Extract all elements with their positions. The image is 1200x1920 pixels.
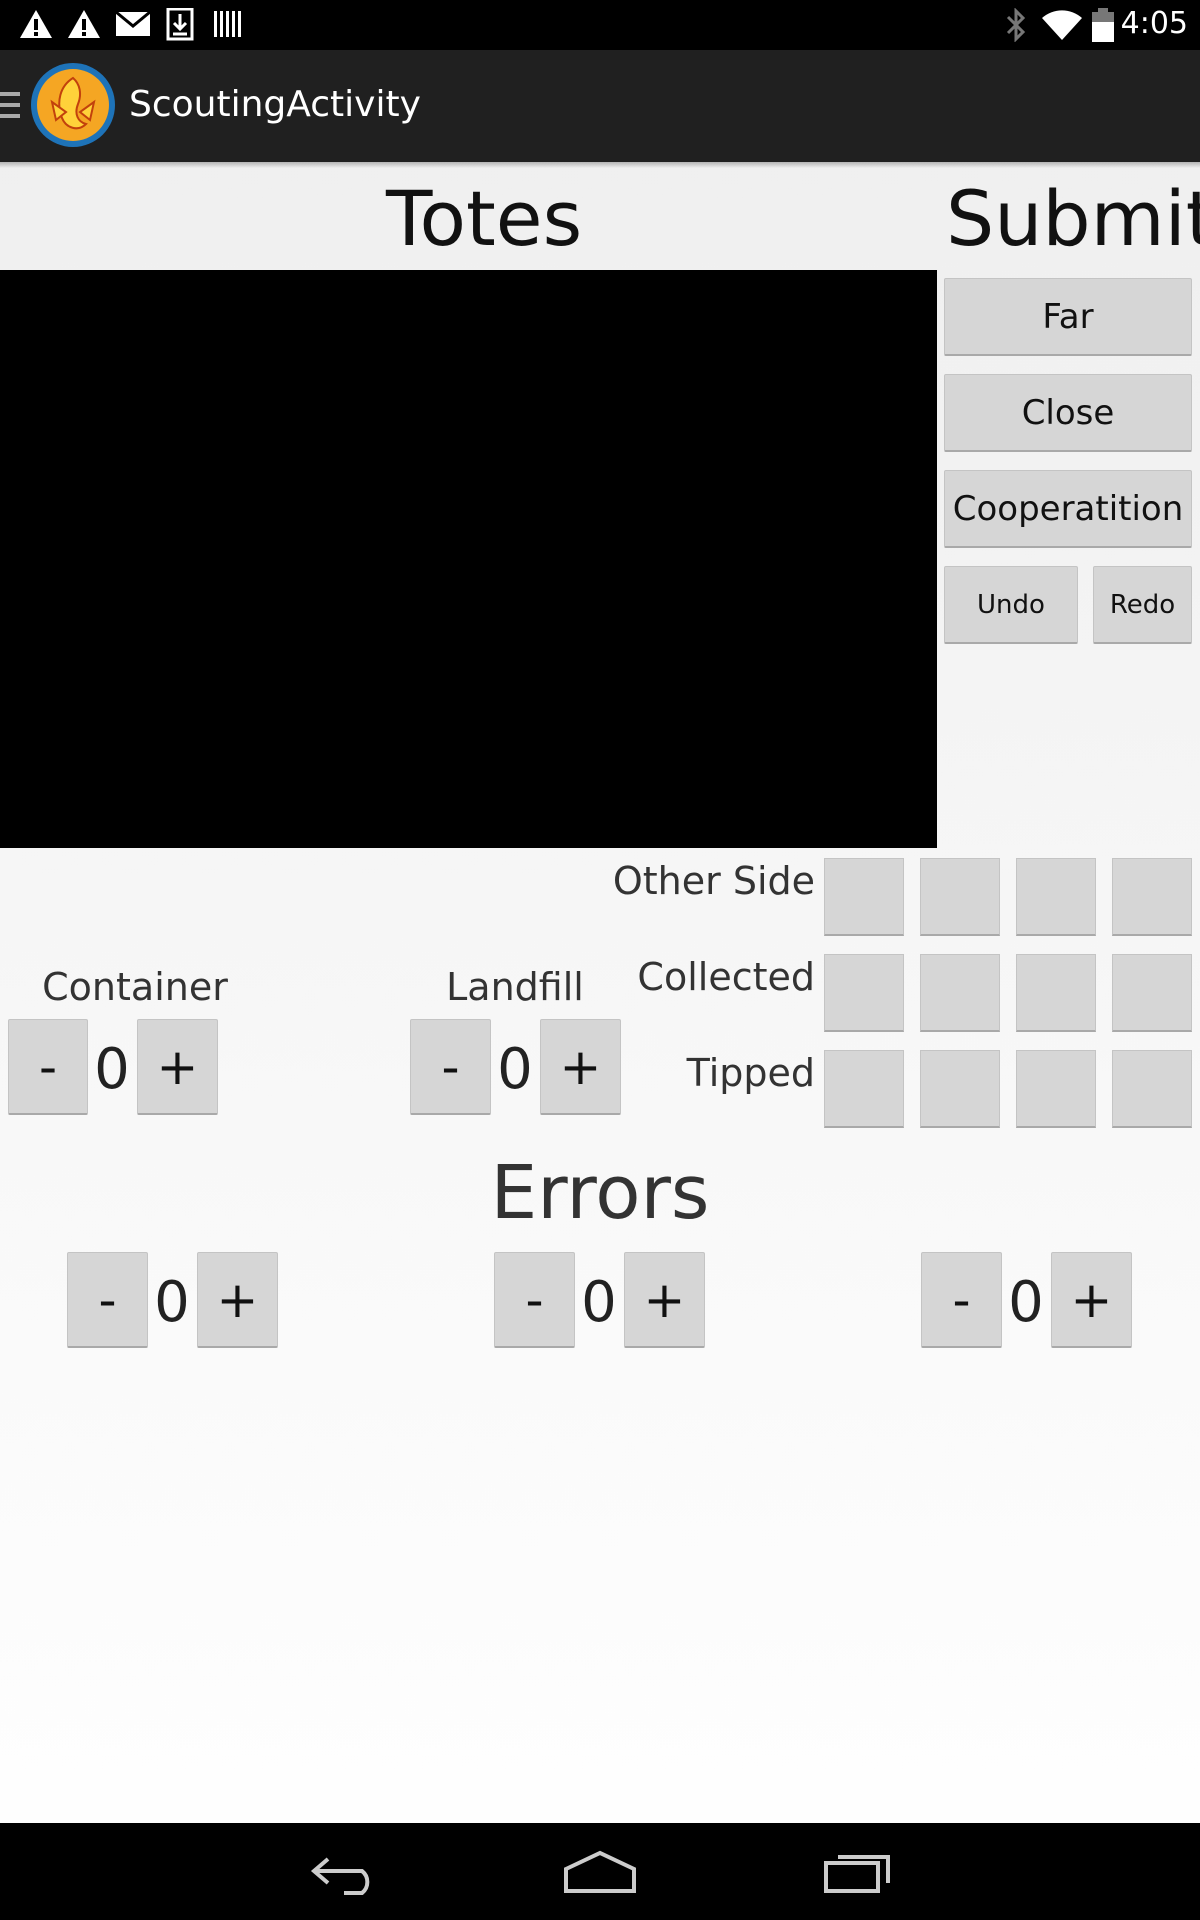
field-view[interactable]: [0, 270, 937, 848]
row-label-other-side: Other Side: [612, 859, 815, 903]
tote-toggle-tipped-1[interactable]: [824, 1050, 904, 1128]
home-icon[interactable]: [562, 1849, 638, 1895]
tote-toggle-other-side-3[interactable]: [1016, 858, 1096, 936]
error-1-plus-button[interactable]: +: [197, 1252, 278, 1348]
tote-toggle-other-side-1[interactable]: [824, 858, 904, 936]
error-3-minus-button[interactable]: -: [921, 1252, 1002, 1348]
action-bar: ScoutingActivity: [0, 50, 1200, 162]
tote-toggle-tipped-4[interactable]: [1112, 1050, 1192, 1128]
tote-toggle-other-side-2[interactable]: [920, 858, 1000, 936]
landfill-value: 0: [497, 1037, 533, 1102]
redo-button[interactable]: Redo: [1093, 566, 1192, 644]
app-title: ScoutingActivity: [129, 84, 421, 125]
clock: 4:05: [1120, 6, 1188, 41]
error-2-minus-button[interactable]: -: [494, 1252, 575, 1348]
bluetooth-icon: [1006, 8, 1026, 42]
submit-button[interactable]: Submit: [946, 181, 1200, 257]
action-bar-shadow: [0, 162, 1200, 168]
error-2-plus-button[interactable]: +: [624, 1252, 705, 1348]
error-2-value: 0: [581, 1270, 617, 1335]
tote-toggle-collected-4[interactable]: [1112, 954, 1192, 1032]
cooperatition-button[interactable]: Cooperatition: [944, 470, 1192, 548]
warning-icon: [68, 10, 100, 38]
wifi-icon: [1042, 10, 1082, 40]
back-icon[interactable]: [308, 1849, 382, 1895]
download-icon: [166, 8, 194, 41]
recents-icon[interactable]: [822, 1849, 894, 1895]
status-bar: 4:05: [0, 0, 1200, 50]
battery-icon: [1092, 8, 1114, 42]
tote-toggle-other-side-4[interactable]: [1112, 858, 1192, 936]
container-label: Container: [42, 965, 228, 1009]
container-value: 0: [94, 1037, 130, 1102]
tote-toggle-tipped-3[interactable]: [1016, 1050, 1096, 1128]
container-plus-button[interactable]: +: [137, 1019, 218, 1115]
error-3-plus-button[interactable]: +: [1051, 1252, 1132, 1348]
tote-toggle-collected-2[interactable]: [920, 954, 1000, 1032]
tote-toggle-collected-3[interactable]: [1016, 954, 1096, 1032]
hamburger-menu-icon[interactable]: [0, 90, 22, 120]
close-button[interactable]: Close: [944, 374, 1192, 452]
errors-title: Errors: [490, 1150, 710, 1236]
tote-toggle-collected-1[interactable]: [824, 954, 904, 1032]
tote-toggle-tipped-2[interactable]: [920, 1050, 1000, 1128]
far-button[interactable]: Far: [944, 278, 1192, 356]
page-title: Totes: [386, 174, 583, 263]
navigation-bar: [0, 1823, 1200, 1920]
undo-button[interactable]: Undo: [944, 566, 1078, 644]
landfill-plus-button[interactable]: +: [540, 1019, 621, 1115]
error-1-value: 0: [154, 1270, 190, 1335]
landfill-label: Landfill: [446, 965, 584, 1009]
row-label-collected: Collected: [637, 955, 815, 999]
barcode-icon: [214, 11, 241, 37]
error-3-value: 0: [1008, 1270, 1044, 1335]
phoenix-logo-icon[interactable]: [30, 62, 116, 148]
gmail-icon: [115, 10, 151, 36]
landfill-minus-button[interactable]: -: [410, 1019, 491, 1115]
container-minus-button[interactable]: -: [8, 1019, 88, 1115]
warning-icon: [20, 10, 52, 38]
row-label-tipped: Tipped: [686, 1051, 815, 1095]
error-1-minus-button[interactable]: -: [67, 1252, 148, 1348]
